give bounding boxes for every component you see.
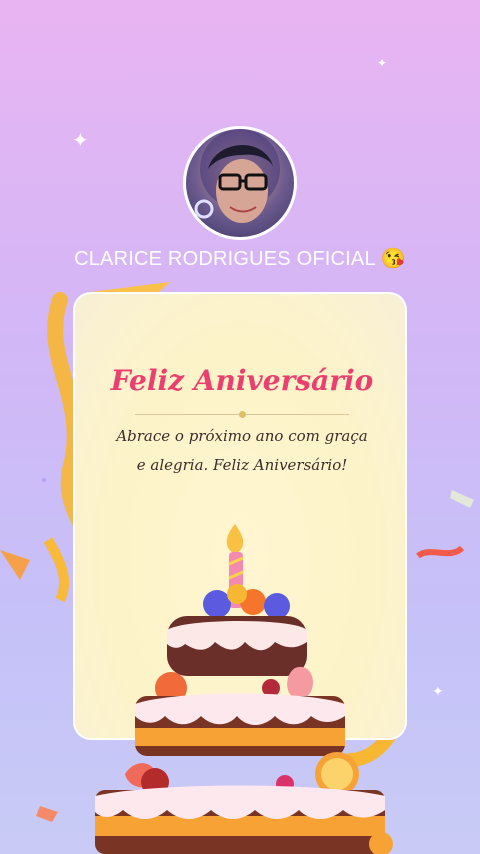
profile-name[interactable]: CLARICE RODRIGUES OFICIAL 😘 <box>0 246 480 271</box>
card-message: Abrace o próximo ano com graça e alegria… <box>116 427 368 474</box>
profile-avatar[interactable] <box>183 126 297 240</box>
divider-dot <box>239 411 246 418</box>
birthday-cake-icon <box>95 524 393 854</box>
card-title: Feliz Aniversário <box>110 364 374 397</box>
person-photo <box>194 129 280 223</box>
